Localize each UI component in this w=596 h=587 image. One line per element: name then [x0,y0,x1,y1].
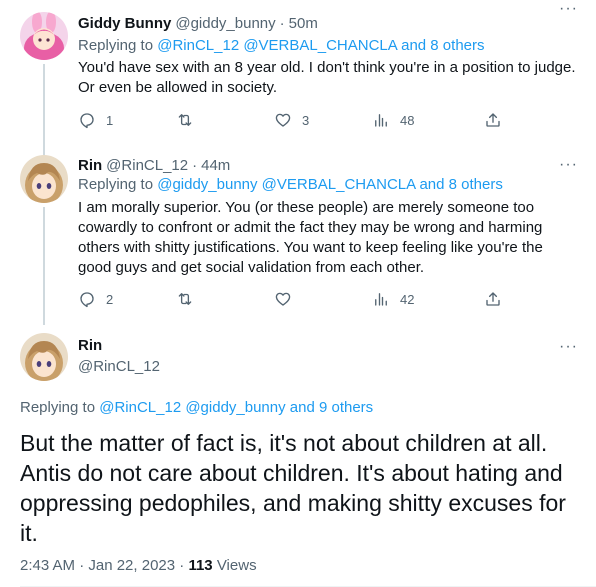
separator-dot: · [192,156,198,174]
rin-avatar-icon [20,155,68,203]
avatar-rin[interactable] [20,155,68,203]
user-handle[interactable]: @giddy_bunny [175,15,275,32]
main-tweet: Rin @RinCL_12 ··· Replying to @RinCL_12 … [0,325,596,587]
replying-to: Replying to @RinCL_12 @giddy_bunny and 9… [20,399,373,416]
retweet-button[interactable] [176,111,194,129]
heart-icon [275,292,291,306]
more-icon[interactable]: ··· [559,157,578,173]
reply-button[interactable]: 1 [78,111,113,129]
reply-icon [80,113,94,129]
share-button[interactable] [484,290,502,308]
reply-button[interactable]: 2 [78,290,113,308]
replying-to: Replying to @RinCL_12 @VERBAL_CHANCLA an… [78,37,485,54]
tweet-time[interactable]: 44m [201,157,230,174]
share-icon [486,292,500,306]
replying-to-links[interactable]: @RinCL_12 @giddy_bunny and 9 others [99,399,373,416]
retweet-icon [178,114,192,126]
view-count: 42 [400,291,415,307]
replying-prefix: Replying to [20,399,96,416]
tweet-giddy-bunny[interactable]: Giddy Bunny @giddy_bunny · 50m ··· Reply… [0,0,596,155]
reply-count: 1 [106,112,114,128]
display-name[interactable]: Rin [78,157,102,174]
tweet-text: I am morally superior. You (or these peo… [78,199,543,276]
reply-count: 2 [106,291,114,307]
like-button[interactable] [274,290,292,308]
thread-line [43,207,45,325]
tweet-text: You'd have sex with an 8 year old. I don… [78,59,576,96]
bunny-avatar-icon [20,12,68,60]
main-tweet-text: But the matter of fact is, it's not abou… [20,430,566,546]
separator-dot: · [279,14,285,32]
retweet-button[interactable] [176,290,194,308]
views-button[interactable]: 48 [372,111,414,129]
reply-icon [80,292,94,308]
more-icon[interactable]: ··· [559,339,578,355]
tweet-timestamp[interactable]: 2:43 AM · Jan 22, 2023 · [20,557,184,574]
views-count: 113 [188,557,213,574]
replying-to: Replying to @giddy_bunny @VERBAL_CHANCLA… [78,176,503,193]
tweet-time[interactable]: 50m [289,15,318,32]
replying-prefix: Replying to [78,176,154,193]
analytics-icon [375,293,387,306]
share-icon [486,113,500,127]
display-name[interactable]: Giddy Bunny [78,15,171,32]
tweet-actions: 2 42 [78,290,508,310]
replying-to-links[interactable]: @RinCL_12 @VERBAL_CHANCLA and 8 others [157,37,484,54]
avatar-giddy-bunny[interactable] [20,12,68,60]
rin-avatar-icon [20,333,68,381]
tweet-actions: 1 3 48 [78,111,508,131]
replying-prefix: Replying to [78,37,154,54]
tweet-meta: 2:43 AM · Jan 22, 2023 · 113 Views [20,557,257,574]
heart-icon [275,113,291,127]
tweet-header: Rin @RinCL_12 · 44m [78,155,230,175]
views-button[interactable]: 42 [372,290,414,308]
more-icon[interactable]: ··· [559,1,578,17]
user-handle[interactable]: @RinCL_12 [78,358,160,375]
share-button[interactable] [484,111,502,129]
display-name[interactable]: Rin [78,337,102,354]
user-handle[interactable]: @RinCL_12 [106,157,188,174]
avatar-rin-main[interactable] [20,333,68,381]
like-count: 3 [302,112,310,128]
tweet-header: Giddy Bunny @giddy_bunny · 50m [78,13,318,33]
thread-line [43,64,45,155]
replying-to-links[interactable]: @giddy_bunny @VERBAL_CHANCLA and 8 other… [157,176,503,193]
like-button[interactable]: 3 [274,111,309,129]
view-count: 48 [400,112,415,128]
analytics-icon [375,114,387,127]
retweet-icon [178,293,192,305]
views-label: Views [216,557,257,574]
tweet-rin-reply[interactable]: Rin @RinCL_12 · 44m ··· Replying to @gid… [0,155,596,325]
